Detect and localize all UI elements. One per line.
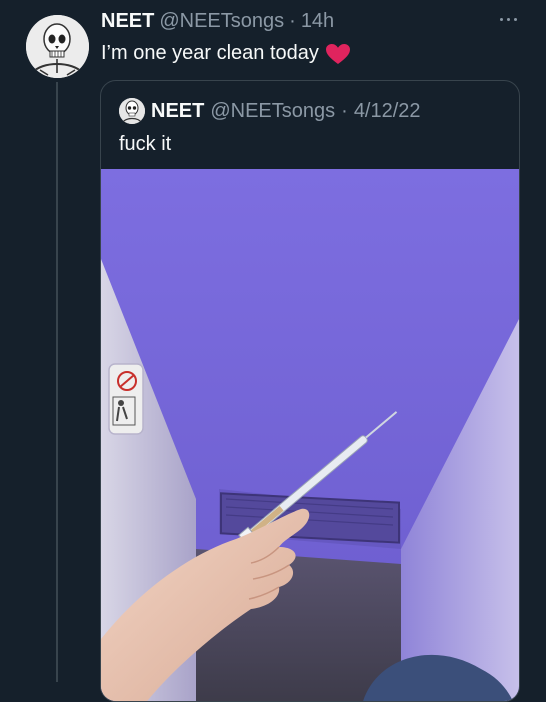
quoted-tweet-date: 4/12/22 — [353, 99, 421, 122]
quoted-author-handle: @NEETsongs — [210, 99, 336, 122]
tweet-header: NEET @NEETsongs · 14h — [101, 10, 334, 36]
separator-dot: · — [289, 10, 296, 32]
author-handle[interactable]: @NEETsongs — [159, 10, 284, 33]
more-options-icon[interactable] — [496, 14, 520, 24]
quoted-author-name: NEET — [151, 99, 205, 122]
author-name[interactable]: NEET — [101, 10, 154, 33]
quoted-tweet-header: NEET @NEETsongs · 4/12/22 — [119, 98, 421, 124]
quoted-tweet[interactable]: NEET @NEETsongs · 4/12/22 fuck it — [100, 80, 520, 702]
author-avatar[interactable] — [26, 15, 89, 78]
tweet-text-content: I’m one year clean today — [101, 42, 319, 64]
red-heart-icon — [325, 43, 350, 64]
skeleton-avatar-icon — [119, 98, 145, 124]
quoted-author-avatar — [119, 98, 145, 124]
tweet-timestamp[interactable]: 14h — [301, 10, 334, 33]
skeleton-avatar-icon — [26, 15, 89, 78]
thread-line — [56, 82, 58, 682]
quoted-tweet-photo[interactable] — [101, 169, 519, 702]
quoted-tweet-text: fuck it — [119, 133, 172, 155]
separator-dot: · — [341, 99, 348, 122]
tweet-text: I’m one year clean today — [101, 42, 351, 65]
